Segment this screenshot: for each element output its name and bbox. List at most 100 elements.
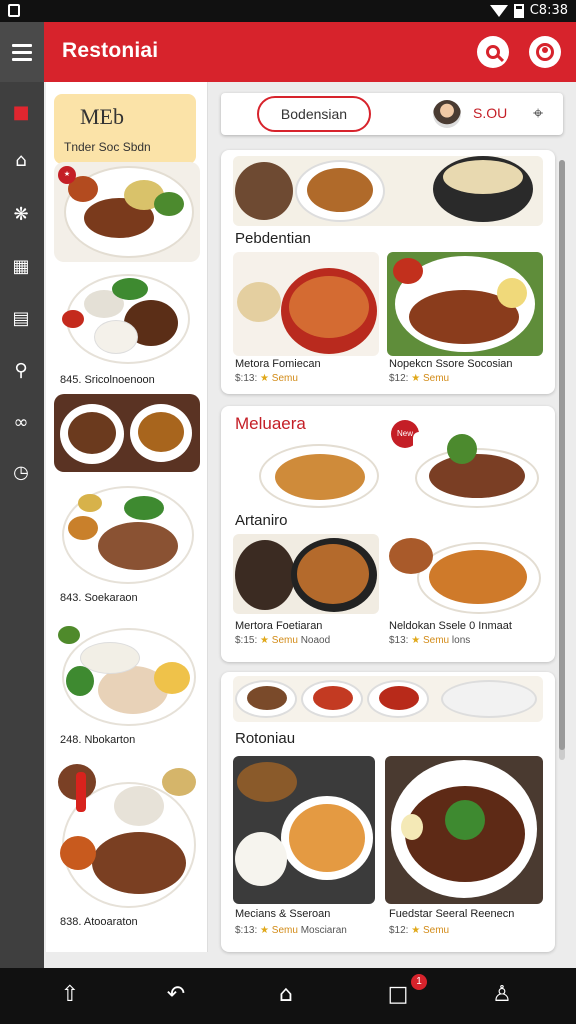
list-item-caption: 845. Sricolnoenoon bbox=[60, 374, 155, 386]
dish-image bbox=[54, 762, 200, 912]
home-icon[interactable]: ⌂ bbox=[10, 150, 32, 172]
category-banner-image bbox=[233, 156, 543, 226]
tag-icon[interactable]: ❋ bbox=[10, 204, 32, 226]
app-title: Restoniai bbox=[62, 39, 159, 62]
account-icon[interactable]: ♙ bbox=[487, 980, 517, 1010]
dish-price: $:15: bbox=[235, 635, 258, 646]
star-icon: ★ bbox=[411, 925, 421, 936]
filter-price[interactable]: S.OU bbox=[473, 105, 507, 121]
dish-rating-label: Semu bbox=[423, 635, 450, 646]
clock-icon[interactable]: ◷ bbox=[10, 462, 32, 484]
dish-image bbox=[54, 270, 200, 370]
category-banner-image bbox=[233, 676, 543, 722]
dish-meta: $13: ★ Semu lons bbox=[389, 635, 470, 646]
dish-extra: Noaod bbox=[300, 635, 331, 646]
dish-rating-label: Semu bbox=[423, 373, 450, 384]
avatar[interactable] bbox=[433, 100, 461, 128]
search-icon bbox=[486, 45, 500, 59]
featured-subtitle: Tnder Soc Sbdn bbox=[64, 140, 151, 154]
menu-button[interactable] bbox=[0, 22, 44, 82]
dish-name[interactable]: Mertora Foetiaran bbox=[235, 620, 322, 632]
list-item[interactable]: 843. Soekaraon bbox=[54, 482, 200, 604]
dish-image bbox=[54, 394, 200, 472]
battery-icon bbox=[513, 3, 524, 18]
dish-meta: $:13: ★ Semu Mosciaran bbox=[235, 925, 347, 936]
dish-meta: $:13: ★ Semu bbox=[235, 373, 298, 384]
filter-bar: Bodensian S.OU ⌖ bbox=[221, 93, 563, 135]
dish-image bbox=[54, 622, 200, 730]
status-icons: C8:38 bbox=[489, 3, 568, 18]
star-icon: ★ bbox=[411, 635, 421, 646]
dish-name[interactable]: Mecians & Sseroan bbox=[235, 908, 330, 920]
list-item[interactable] bbox=[54, 394, 200, 472]
bottom-navigation: ⇧ ↶ ⌂ □ 1 ♙ bbox=[0, 968, 576, 1024]
dish-rating-label: Semu bbox=[271, 373, 298, 384]
user-icon bbox=[536, 43, 554, 61]
dish-image[interactable] bbox=[233, 534, 379, 614]
home-icon[interactable]: ⌂ bbox=[271, 980, 301, 1010]
dish-name[interactable]: Neldokan Ssele 0 Inmaat bbox=[389, 620, 512, 632]
star-icon: ★ bbox=[260, 373, 269, 384]
location-icon[interactable]: ⚲ bbox=[10, 360, 32, 382]
dish-image[interactable] bbox=[387, 534, 543, 614]
dish-rating-label: Semu bbox=[271, 925, 298, 936]
hamburger-icon bbox=[12, 43, 32, 47]
featured-card[interactable]: MEb Tnder Soc Sbdn bbox=[54, 94, 196, 164]
dish-badge: ★ bbox=[58, 166, 76, 184]
dish-price: $12: bbox=[389, 925, 409, 936]
dish-extra: Mosciaran bbox=[300, 925, 347, 936]
dish-price: $:13: bbox=[235, 373, 258, 384]
side-rail: ■ ⌂ ❋ ▦ ▤ ⚲ ∞ ◷ bbox=[0, 82, 44, 968]
location-pin-icon[interactable]: ⌖ bbox=[533, 103, 543, 124]
category-subheading: Artaniro bbox=[235, 512, 288, 529]
filter-tab-active[interactable]: Bodensian bbox=[257, 96, 371, 132]
category-card: Rotoniau Mecians & Sseroan $:13: ★ Semu … bbox=[221, 672, 555, 952]
dish-image[interactable] bbox=[233, 252, 379, 356]
list-item[interactable]: 248. Nbokarton bbox=[54, 622, 200, 746]
dish-name[interactable]: Metora Fomiecan bbox=[235, 358, 321, 370]
dish-image[interactable] bbox=[413, 432, 543, 512]
list-item[interactable]: 845. Sricolnoenoon bbox=[54, 270, 200, 386]
dish-name[interactable]: Fuedstar Seeral Reenecn bbox=[389, 908, 514, 920]
recents-icon[interactable]: □ bbox=[383, 980, 413, 1010]
dish-image[interactable] bbox=[387, 252, 543, 356]
calendar-icon[interactable]: ▦ bbox=[10, 256, 32, 278]
category-heading: Rotoniau bbox=[235, 730, 296, 747]
up-arrow-icon[interactable]: ⇧ bbox=[55, 980, 85, 1010]
dish-meta: $12: ★ Semu bbox=[389, 373, 449, 384]
star-icon: ★ bbox=[260, 635, 269, 646]
category-heading: Pebdentian bbox=[235, 230, 311, 247]
dish-image bbox=[54, 482, 200, 588]
scrollbar[interactable] bbox=[559, 160, 565, 760]
search-button[interactable] bbox=[477, 36, 509, 68]
dish-name[interactable]: Nopekcn Ssore Socosian bbox=[389, 358, 513, 370]
list-item[interactable]: 838. Atooaraton bbox=[54, 762, 200, 928]
star-icon: ★ bbox=[411, 373, 421, 384]
scrollbar-thumb[interactable] bbox=[559, 160, 565, 750]
dish-image[interactable] bbox=[233, 756, 375, 904]
dish-list-panel: MEb Tnder Soc Sbdn ★ 845. Sricolnoenoon … bbox=[46, 82, 208, 952]
list-item-caption: 843. Soekaraon bbox=[60, 592, 138, 604]
category-card: Pebdentian Metora Fomiecan $:13: ★ Semu … bbox=[221, 150, 555, 394]
store-icon[interactable]: ■ bbox=[10, 102, 32, 124]
dish-meta: $12: ★ Semu bbox=[389, 925, 449, 936]
link-icon[interactable]: ∞ bbox=[10, 412, 32, 434]
app-bar: Restoniai bbox=[0, 22, 576, 82]
dish-extra: lons bbox=[451, 635, 471, 646]
star-icon: ★ bbox=[260, 925, 269, 936]
dish-image: ★ bbox=[54, 162, 200, 262]
dish-price: $:13: bbox=[235, 925, 258, 936]
list-item-caption: 248. Nbokarton bbox=[60, 734, 136, 746]
status-time: C8:38 bbox=[529, 3, 568, 18]
notification-badge: 1 bbox=[411, 974, 427, 990]
list-item[interactable]: ★ bbox=[54, 162, 200, 262]
dish-rating-label: Semu bbox=[271, 635, 298, 646]
dish-image[interactable] bbox=[257, 436, 383, 512]
list-icon[interactable]: ▤ bbox=[10, 308, 32, 330]
profile-button[interactable] bbox=[529, 36, 561, 68]
back-icon[interactable]: ↶ bbox=[161, 980, 191, 1010]
category-heading: Meluaera bbox=[235, 414, 306, 433]
dish-meta: $:15: ★ Semu Noaod bbox=[235, 635, 330, 646]
featured-title: MEb bbox=[80, 104, 124, 129]
dish-image[interactable] bbox=[385, 756, 543, 904]
